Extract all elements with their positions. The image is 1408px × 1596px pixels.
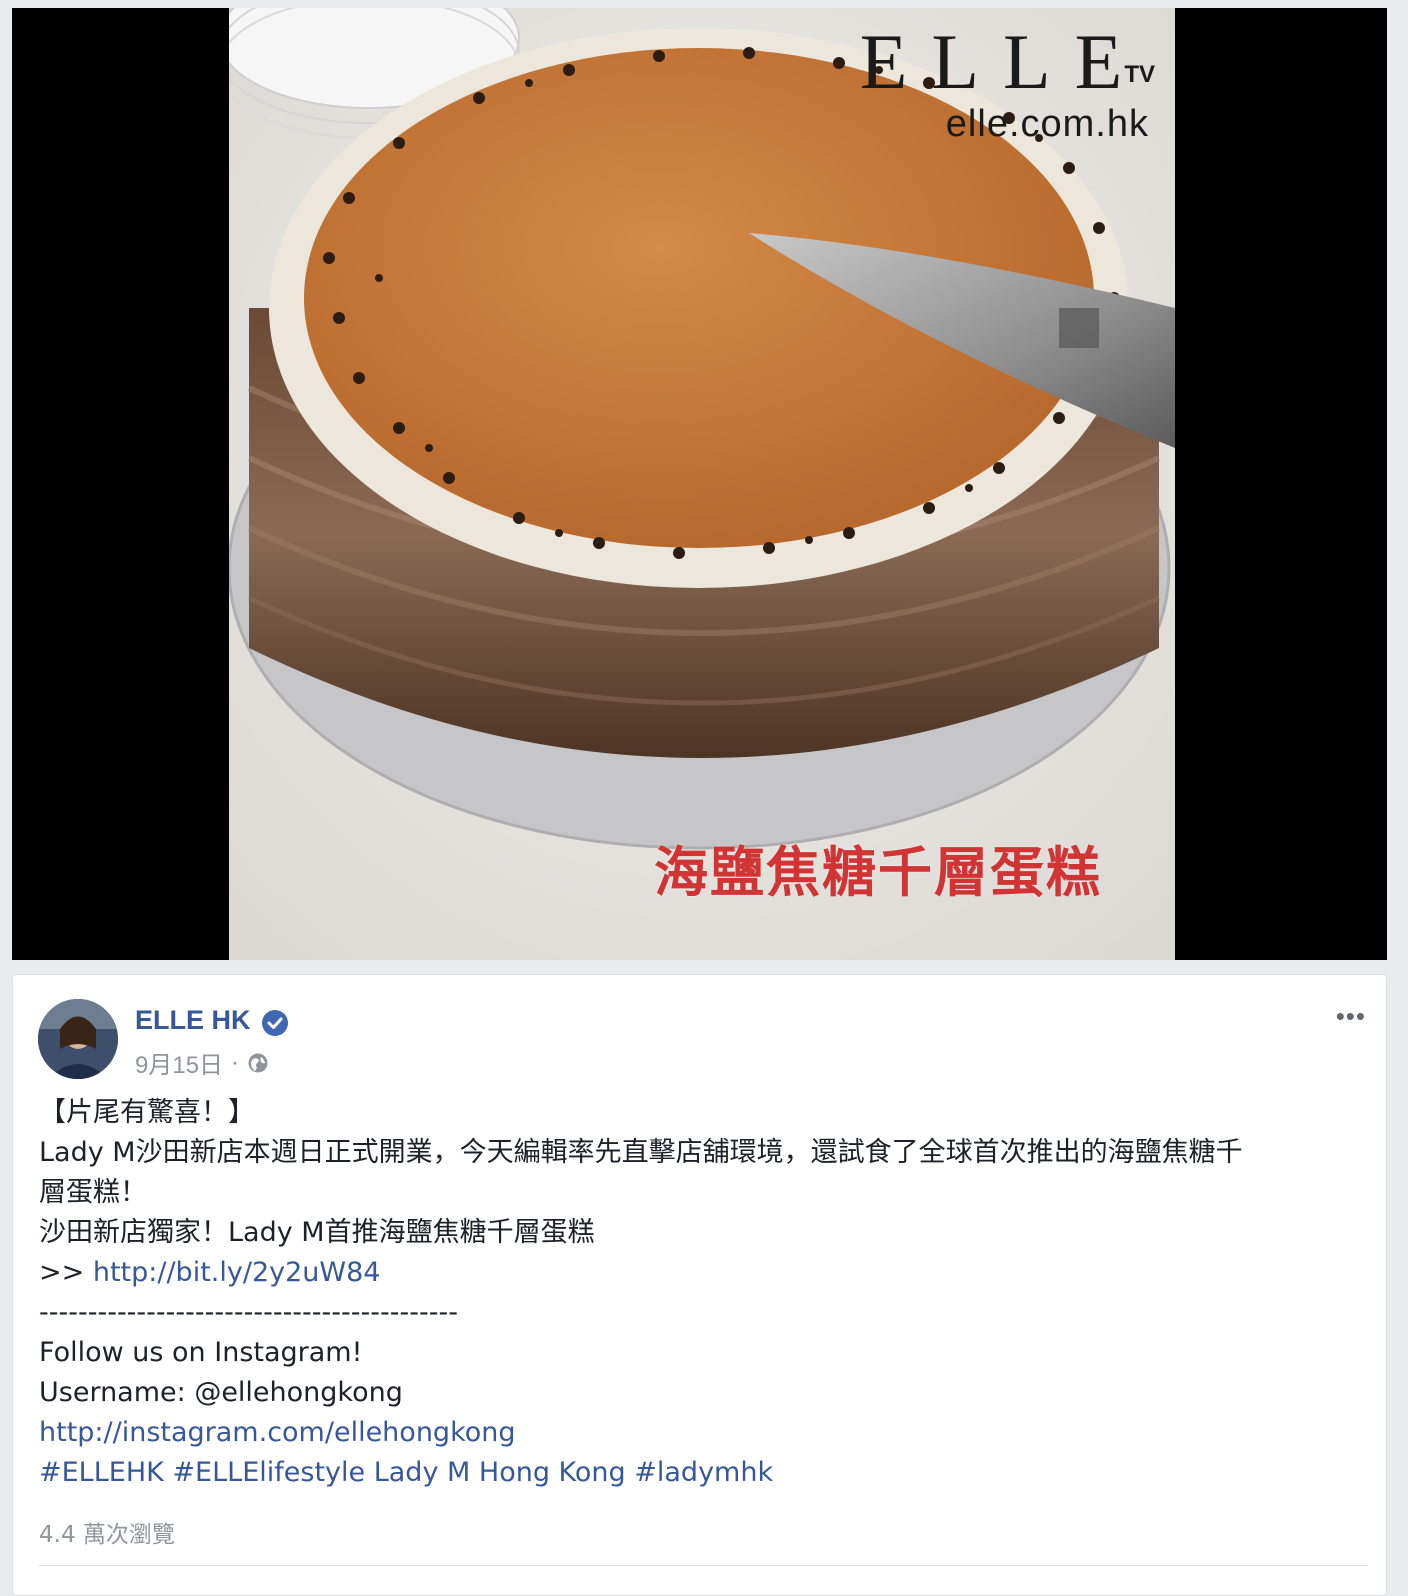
more-options-icon[interactable]: ••• — [1336, 1001, 1366, 1032]
elle-tv-logo: ELLETV elle.com.hk — [859, 18, 1155, 146]
video-player[interactable]: ELLETV elle.com.hk 海鹽焦糖千層蛋糕 — [12, 8, 1387, 960]
username-line: Username: @ellehongkong — [39, 1377, 403, 1408]
hashtag-ladymhk[interactable]: #ladymhk — [634, 1457, 773, 1488]
post-line-4: 沙田新店獨家！Lady M首推海鹽焦糖千層蛋糕 — [39, 1217, 595, 1248]
instagram-link[interactable]: http://instagram.com/ellehongkong — [39, 1417, 516, 1448]
lady-m-link[interactable]: Lady M Hong Kong — [365, 1457, 634, 1488]
link-prefix: >> — [39, 1257, 93, 1288]
card-divider — [39, 1565, 1368, 1566]
video-caption: 海鹽焦糖千層蛋糕 — [654, 841, 1102, 904]
verified-badge-icon — [262, 1010, 288, 1036]
hashtag-line: #ELLEHK #ELLElifestyle Lady M Hong Kong … — [39, 1453, 1369, 1493]
bitly-link[interactable]: http://bit.ly/2y2uW84 — [93, 1257, 381, 1288]
post-line-3: 層蛋糕！ — [39, 1177, 147, 1208]
post-link-line: >> http://bit.ly/2y2uW84 — [39, 1253, 1369, 1293]
post-meta: 9月15日 · — [135, 1045, 269, 1080]
cake-image — [229, 8, 1175, 960]
video-frame[interactable]: ELLETV elle.com.hk 海鹽焦糖千層蛋糕 — [229, 8, 1175, 960]
hashtag-ellehk[interactable]: #ELLEHK — [39, 1457, 164, 1488]
page-avatar[interactable] — [38, 999, 118, 1079]
page-name-link[interactable]: ELLE HK — [135, 1005, 251, 1036]
globe-icon[interactable] — [247, 1052, 269, 1074]
meta-separator: · — [231, 1048, 240, 1076]
post-line-1: 【片尾有驚喜！】 — [39, 1097, 255, 1128]
post-card: ELLE HK 9月15日 · ••• 【片尾有驚喜！】 Lady M沙田新店本… — [12, 974, 1387, 1596]
post-text: 【片尾有驚喜！】 Lady M沙田新店本週日正式開業，今天編輯率先直擊店舖環境，… — [39, 1093, 1369, 1493]
dash-divider-text: ----------------------------------------… — [39, 1297, 458, 1328]
follow-line: Follow us on Instagram! — [39, 1337, 363, 1368]
post-line-2: Lady M沙田新店本週日正式開業，今天編輯率先直擊店舖環境，還試食了全球首次推… — [39, 1137, 1243, 1168]
view-count: 4.4 萬次瀏覽 — [39, 1522, 175, 1548]
post-date[interactable]: 9月15日 — [135, 1045, 223, 1080]
hashtag-ellelifestyle[interactable]: #ELLElifestyle — [172, 1457, 365, 1488]
